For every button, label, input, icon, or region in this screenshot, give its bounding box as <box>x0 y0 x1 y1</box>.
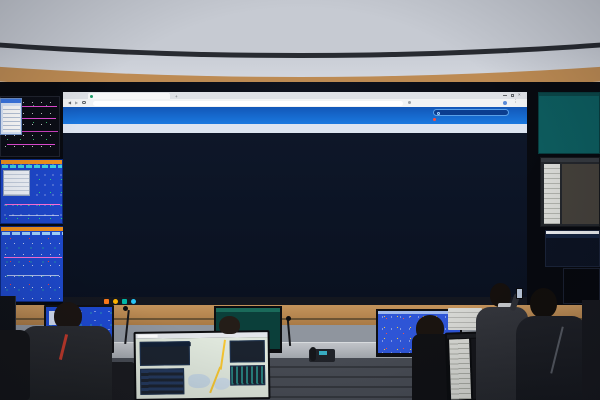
control-room-photo: + × ◀ ▶ ⋮ <box>0 0 600 400</box>
photo-vignette <box>0 0 600 400</box>
